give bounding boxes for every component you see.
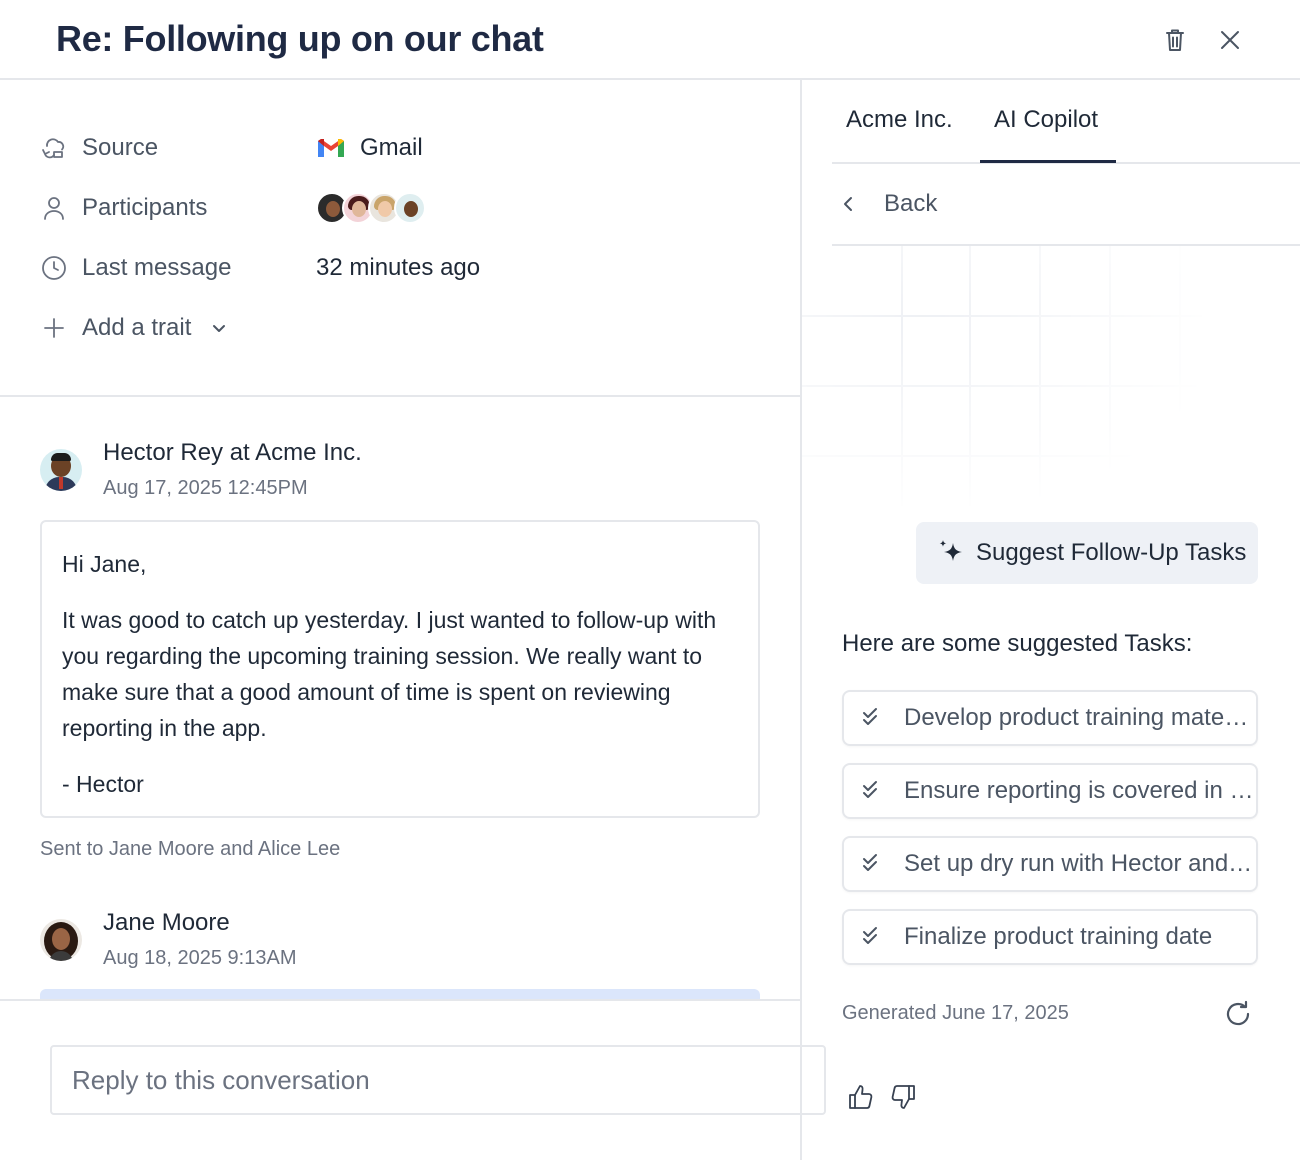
gmail-icon xyxy=(316,137,346,159)
double-check-icon xyxy=(863,781,877,798)
message-timestamp: Aug 18, 2025 9:13AM xyxy=(103,947,297,969)
trait-participants: Participants xyxy=(40,188,207,228)
conversation-pane: Source Gmail Participants Last message 3… xyxy=(0,80,800,1160)
generated-date: Generated June 17, 2025 xyxy=(842,1002,1069,1024)
side-panel: Acme Inc. AI Copilot Back Suggest Follow… xyxy=(802,80,1300,1160)
message-signoff: - Hector xyxy=(62,771,144,797)
thumbs-down-icon[interactable] xyxy=(888,1082,920,1114)
task-label: Set up dry run with Hector and Alice xyxy=(904,850,1254,877)
message-timestamp: Aug 17, 2025 12:45PM xyxy=(103,477,308,499)
message-greeting: Hi Jane, xyxy=(62,551,147,577)
message-author: Hector Rey at Acme Inc. xyxy=(103,439,362,466)
trait-participants-label: Participants xyxy=(82,194,208,221)
tab-acme-inc[interactable]: Acme Inc. xyxy=(846,106,953,134)
avatar xyxy=(40,449,82,491)
back-label: Back xyxy=(884,190,938,217)
header: Re: Following up on our chat xyxy=(0,0,1300,80)
suggest-follow-up-tasks-button[interactable]: Suggest Follow-Up Tasks xyxy=(916,522,1258,584)
thumbs-up-icon[interactable] xyxy=(846,1082,878,1114)
tab-ai-copilot[interactable]: AI Copilot xyxy=(994,106,1098,134)
trait-last-message-label: Last message xyxy=(82,254,232,281)
avatar xyxy=(394,192,426,224)
avatar xyxy=(40,919,82,961)
message-author: Jane Moore xyxy=(103,909,230,936)
grid-decoration xyxy=(802,246,1202,506)
last-message-value: 32 minutes ago xyxy=(316,254,481,281)
refresh-icon[interactable] xyxy=(1222,998,1254,1030)
back-button[interactable]: Back xyxy=(832,164,1300,246)
add-trait-label: Add a trait xyxy=(82,314,192,341)
double-check-icon xyxy=(863,708,877,725)
suggestions-heading: Here are some suggested Tasks: xyxy=(842,630,1193,657)
double-check-icon xyxy=(863,854,877,871)
page-title: Re: Following up on our chat xyxy=(56,18,544,59)
suggested-task[interactable]: Ensure reporting is covered in the sessi… xyxy=(842,763,1258,819)
trait-source: Source xyxy=(40,128,158,168)
suggested-task[interactable]: Set up dry run with Hector and Alice xyxy=(842,836,1258,892)
message-text: It was good to catch up yesterday. I jus… xyxy=(62,607,717,741)
chevron-down-icon xyxy=(211,320,227,336)
suggested-task[interactable]: Develop product training materials xyxy=(842,690,1258,746)
trait-source-value: Gmail xyxy=(316,128,423,168)
plus-icon xyxy=(40,314,68,342)
message-body: Hi Jane, It was good to catch up yesterd… xyxy=(40,520,760,818)
active-tab-indicator xyxy=(980,160,1116,163)
suggested-task[interactable]: Finalize product training date xyxy=(842,909,1258,965)
double-check-icon xyxy=(863,927,877,944)
add-trait-button[interactable]: Add a trait xyxy=(40,308,227,348)
chevron-left-icon xyxy=(832,194,858,214)
task-label: Develop product training materials xyxy=(904,704,1254,731)
participants-avatars[interactable] xyxy=(316,188,426,228)
reply-input[interactable] xyxy=(50,1045,826,1115)
sparkle-icon xyxy=(936,537,968,569)
sync-cloud-icon xyxy=(40,134,68,162)
tab-bar: Acme Inc. AI Copilot xyxy=(832,80,1300,164)
clock-icon xyxy=(40,254,68,282)
trait-source-label: Source xyxy=(82,134,159,161)
task-label: Ensure reporting is covered in the sessi… xyxy=(904,777,1254,804)
trash-icon[interactable] xyxy=(1159,24,1191,56)
source-name: Gmail xyxy=(360,134,423,161)
user-icon xyxy=(40,194,68,222)
message-recipients: Sent to Jane Moore and Alice Lee xyxy=(40,838,341,860)
task-label: Finalize product training date xyxy=(904,923,1213,950)
divider xyxy=(0,395,800,397)
suggest-button-label: Suggest Follow-Up Tasks xyxy=(976,539,1247,566)
divider xyxy=(0,999,800,1001)
trait-last-message: Last message xyxy=(40,248,231,288)
close-icon[interactable] xyxy=(1214,24,1246,56)
